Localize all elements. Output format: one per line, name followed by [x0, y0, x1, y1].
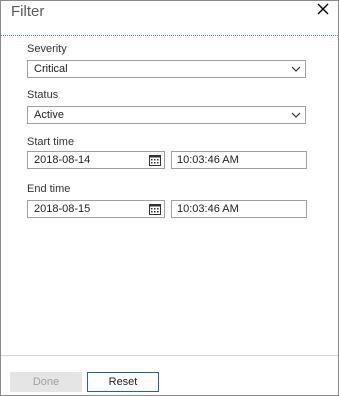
calendar-icon[interactable] [149, 203, 161, 215]
close-icon [317, 3, 329, 15]
status-label: Status [27, 89, 59, 101]
chevron-down-icon [291, 66, 301, 72]
end-time-value: 10:03:46 AM [177, 203, 239, 215]
severity-value: Critical [34, 63, 68, 75]
panel-footer: Done Reset [1, 355, 338, 396]
reset-button[interactable]: Reset [87, 372, 159, 392]
filter-panel: Filter Severity Critical Status Active S… [0, 0, 339, 396]
start-date-field[interactable]: 2018-08-14 [27, 151, 165, 169]
start-date-value: 2018-08-14 [34, 154, 91, 166]
calendar-icon[interactable] [149, 154, 161, 166]
close-button[interactable] [314, 1, 332, 19]
start-time-value: 10:03:46 AM [177, 154, 239, 166]
start-time-label: Start time [27, 136, 75, 148]
panel-title: Filter [11, 3, 45, 20]
end-date-field[interactable]: 2018-08-15 [27, 200, 165, 218]
start-time-field[interactable]: 10:03:46 AM [171, 151, 307, 169]
status-value: Active [34, 109, 64, 121]
panel-header: Filter [1, 1, 338, 36]
severity-select[interactable]: Critical [27, 60, 306, 78]
done-button[interactable]: Done [10, 372, 82, 392]
chevron-down-icon [291, 112, 301, 118]
end-time-label: End time [27, 183, 71, 195]
severity-label: Severity [27, 43, 67, 55]
end-time-field[interactable]: 10:03:46 AM [171, 200, 307, 218]
status-select[interactable]: Active [27, 106, 306, 124]
end-date-value: 2018-08-15 [34, 203, 91, 215]
